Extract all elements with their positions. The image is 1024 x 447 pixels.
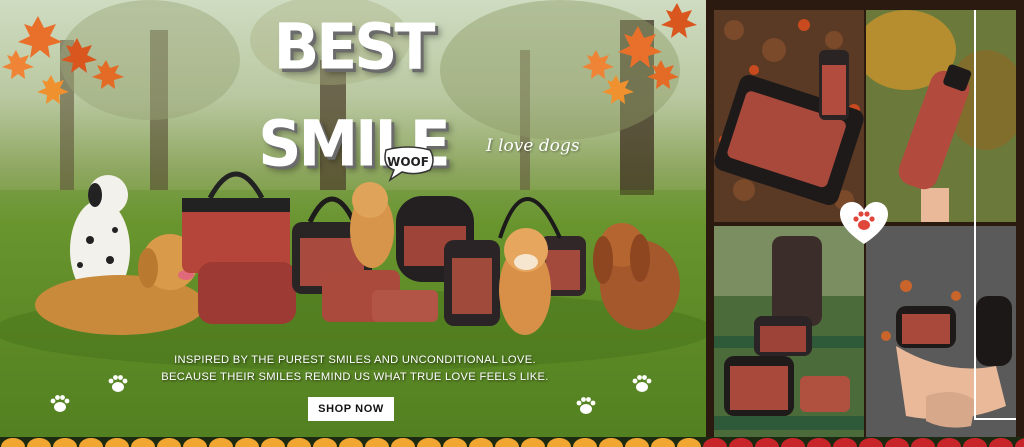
promo-banner[interactable]: BEST SMILE WOOF I love dogs INSPIRED BY … xyxy=(0,0,1024,447)
heart-paw-icon xyxy=(840,202,888,244)
scalloped-border xyxy=(0,437,1024,447)
hero-photo: BEST SMILE WOOF I love dogs INSPIRED BY … xyxy=(0,0,706,447)
frame-divider xyxy=(974,10,976,420)
script-caption: I love dogs xyxy=(486,136,580,156)
paw-print-icon xyxy=(50,395,70,412)
tagline-line-2: BECAUSE THEIR SMILES REMIND US WHAT TRUE… xyxy=(161,371,549,383)
paw-print-icon xyxy=(576,397,596,414)
frame-divider xyxy=(974,418,1016,420)
paw-print-icon xyxy=(632,375,652,392)
shop-now-button[interactable]: SHOP NOW xyxy=(308,397,394,421)
collage-photo-water-bottle xyxy=(866,10,1016,222)
collage-photo-bench xyxy=(714,226,864,439)
woof-text: WOOF xyxy=(387,155,429,169)
collage-photo-legs xyxy=(866,226,1016,439)
tagline: INSPIRED BY THE PUREST SMILES AND UNCOND… xyxy=(150,352,560,386)
collage-photo-bags-on-leaves xyxy=(714,10,864,222)
paw-print-icon xyxy=(108,375,128,392)
banner-title: BEST SMILE xyxy=(258,10,450,182)
tagline-line-1: INSPIRED BY THE PUREST SMILES AND UNCOND… xyxy=(174,354,536,366)
